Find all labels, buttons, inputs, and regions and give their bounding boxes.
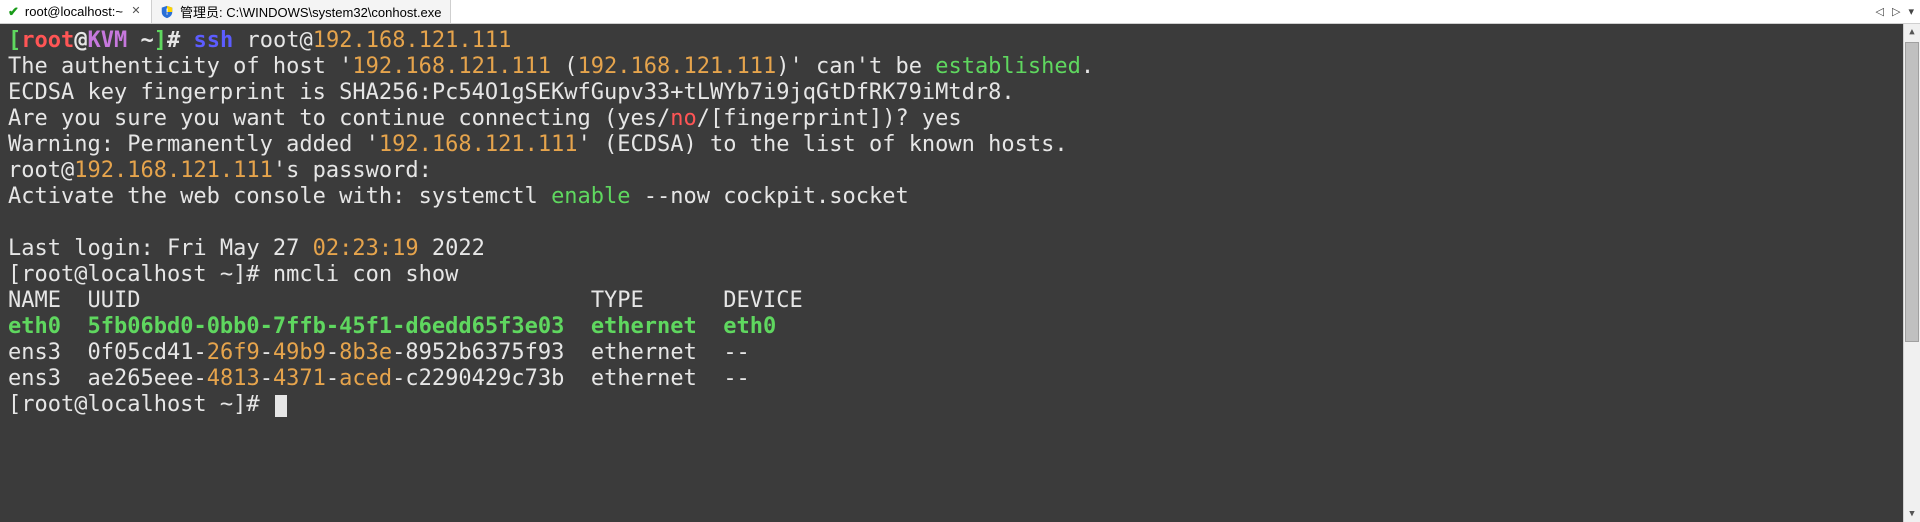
lastlogin-p1: Last login: Fri May 27 <box>8 236 313 261</box>
pw-p2: 's password: <box>273 158 432 183</box>
row2-uuid-seg5: - <box>326 366 339 391</box>
row2-uuid-seg8: c2290429c73b <box>405 366 564 391</box>
row1-uuid-pad <box>564 340 591 365</box>
prompt-host: KVM <box>87 28 127 53</box>
cmd-ip: 192.168.121.111 <box>313 28 512 53</box>
row2-uuid-seg1: - <box>193 366 206 391</box>
auth-est: established <box>935 54 1081 79</box>
row1-name: ens3 <box>8 340 87 365</box>
tab-bar: ✔ root@localhost:~ ✕ ! 管理员: C:\WINDOWS\s… <box>0 0 1920 24</box>
row1-uuid-seg4: 49b9 <box>273 340 326 365</box>
activate-enable: enable <box>551 184 630 209</box>
row0-name: eth0 <box>8 314 87 339</box>
col-uuid: UUID <box>87 288 590 313</box>
row1-uuid-seg8: 8952b6375f93 <box>405 340 564 365</box>
row2-name: ens3 <box>8 366 87 391</box>
lastlogin-time: 02:23:19 <box>313 236 419 261</box>
tab-label: root@localhost:~ <box>25 4 123 19</box>
row0-uuid: 5fb06bd0-0bb0-7ffb-45f1-d6edd65f3e03 <box>87 314 590 339</box>
row1-uuid-seg7: - <box>392 340 405 365</box>
row2-uuid-seg4: 4371 <box>273 366 326 391</box>
auth-p1: The authenticity of host ' <box>8 54 352 79</box>
scrollbar[interactable]: ▲ ▼ <box>1903 24 1920 522</box>
row1-device: -- <box>723 340 750 365</box>
tab-menu-icon[interactable]: ▾ <box>1908 5 1914 18</box>
confirm-no: no <box>670 106 697 131</box>
tabbar-spacer <box>451 0 1870 23</box>
prompt-sigil: # <box>167 28 194 53</box>
row2-uuid-seg7: - <box>392 366 405 391</box>
row2-uuid-pad <box>564 366 591 391</box>
prompt-user: root <box>21 28 74 53</box>
auth-p3: )' can't be <box>776 54 935 79</box>
tab-label: 管理员: C:\WINDOWS\system32\conhost.exe <box>180 2 442 21</box>
tab-prev-icon[interactable]: ◁ <box>1876 5 1884 18</box>
scroll-up-icon[interactable]: ▲ <box>1904 24 1920 40</box>
cmd-ssh: ssh <box>193 28 233 53</box>
row2-uuid-seg2: 4813 <box>207 366 260 391</box>
confirm-p2: /[fingerprint])? yes <box>697 106 962 131</box>
row1-uuid-seg2: 26f9 <box>207 340 260 365</box>
svg-text:!: ! <box>166 7 169 16</box>
row1-uuid-seg1: - <box>193 340 206 365</box>
row1-uuid-seg0: 0f05cd41 <box>87 340 193 365</box>
prompt-at: @ <box>74 28 87 53</box>
lastlogin-p2: 2022 <box>419 236 485 261</box>
row2-type: ethernet <box>591 366 723 391</box>
tab-root-localhost[interactable]: ✔ root@localhost:~ ✕ <box>0 0 152 23</box>
scroll-down-icon[interactable]: ▼ <box>1904 506 1920 522</box>
row2-uuid-seg6: aced <box>339 366 392 391</box>
pw-p1: root@ <box>8 158 74 183</box>
col-device: DEVICE <box>723 288 802 313</box>
tab-conhost[interactable]: ! 管理员: C:\WINDOWS\system32\conhost.exe <box>152 0 451 23</box>
row1-uuid-seg5: - <box>326 340 339 365</box>
close-icon[interactable]: ✕ <box>129 5 143 19</box>
activate-p2: --now cockpit.socket <box>631 184 909 209</box>
auth-ip1: 192.168.121.111 <box>352 54 551 79</box>
row2-uuid-seg0: ae265eee <box>87 366 193 391</box>
row0-device: eth0 <box>723 314 776 339</box>
shield-icon: ! <box>160 5 174 19</box>
prompt3: [root@localhost ~]# <box>8 392 273 417</box>
nmcli-table: NAME UUID TYPE DEVICE eth0 5fb06bd0-0bb0… <box>8 288 803 391</box>
prompt-bracket-close: ] <box>154 28 167 53</box>
terminal[interactable]: [root@KVM ~]# ssh root@192.168.121.111 T… <box>0 24 1903 522</box>
auth-p2: ( <box>551 54 578 79</box>
cmd-rest: root@ <box>233 28 312 53</box>
warn-ip: 192.168.121.111 <box>379 132 578 157</box>
confirm-p1: Are you sure you want to continue connec… <box>8 106 670 131</box>
row1-uuid-seg3: - <box>260 340 273 365</box>
col-type: TYPE <box>591 288 723 313</box>
col-name: NAME <box>8 288 87 313</box>
tab-next-icon[interactable]: ▷ <box>1892 5 1900 18</box>
prompt-cwd: ~ <box>127 28 154 53</box>
row1-uuid-seg6: 8b3e <box>339 340 392 365</box>
tabbar-nav: ◁ ▷ ▾ <box>1870 0 1920 23</box>
check-icon: ✔ <box>8 4 19 20</box>
pw-ip: 192.168.121.111 <box>74 158 273 183</box>
warn-p2: ' (ECDSA) to the list of known hosts. <box>578 132 1068 157</box>
row1-type: ethernet <box>591 340 723 365</box>
auth-p4: . <box>1081 54 1094 79</box>
prompt2: [root@localhost ~]# nmcli con show <box>8 262 458 287</box>
warn-p1: Warning: Permanently added ' <box>8 132 379 157</box>
scroll-thumb[interactable] <box>1905 42 1919 342</box>
fingerprint-line: ECDSA key fingerprint is SHA256:Pc54O1gS… <box>8 80 1015 105</box>
auth-ip2: 192.168.121.111 <box>578 54 777 79</box>
prompt-bracket: [ <box>8 28 21 53</box>
row2-uuid-seg3: - <box>260 366 273 391</box>
row2-device: -- <box>723 366 750 391</box>
row0-type: ethernet <box>591 314 723 339</box>
cursor <box>275 395 287 417</box>
terminal-wrap: [root@KVM ~]# ssh root@192.168.121.111 T… <box>0 24 1920 522</box>
activate-p1: Activate the web console with: systemctl <box>8 184 551 209</box>
